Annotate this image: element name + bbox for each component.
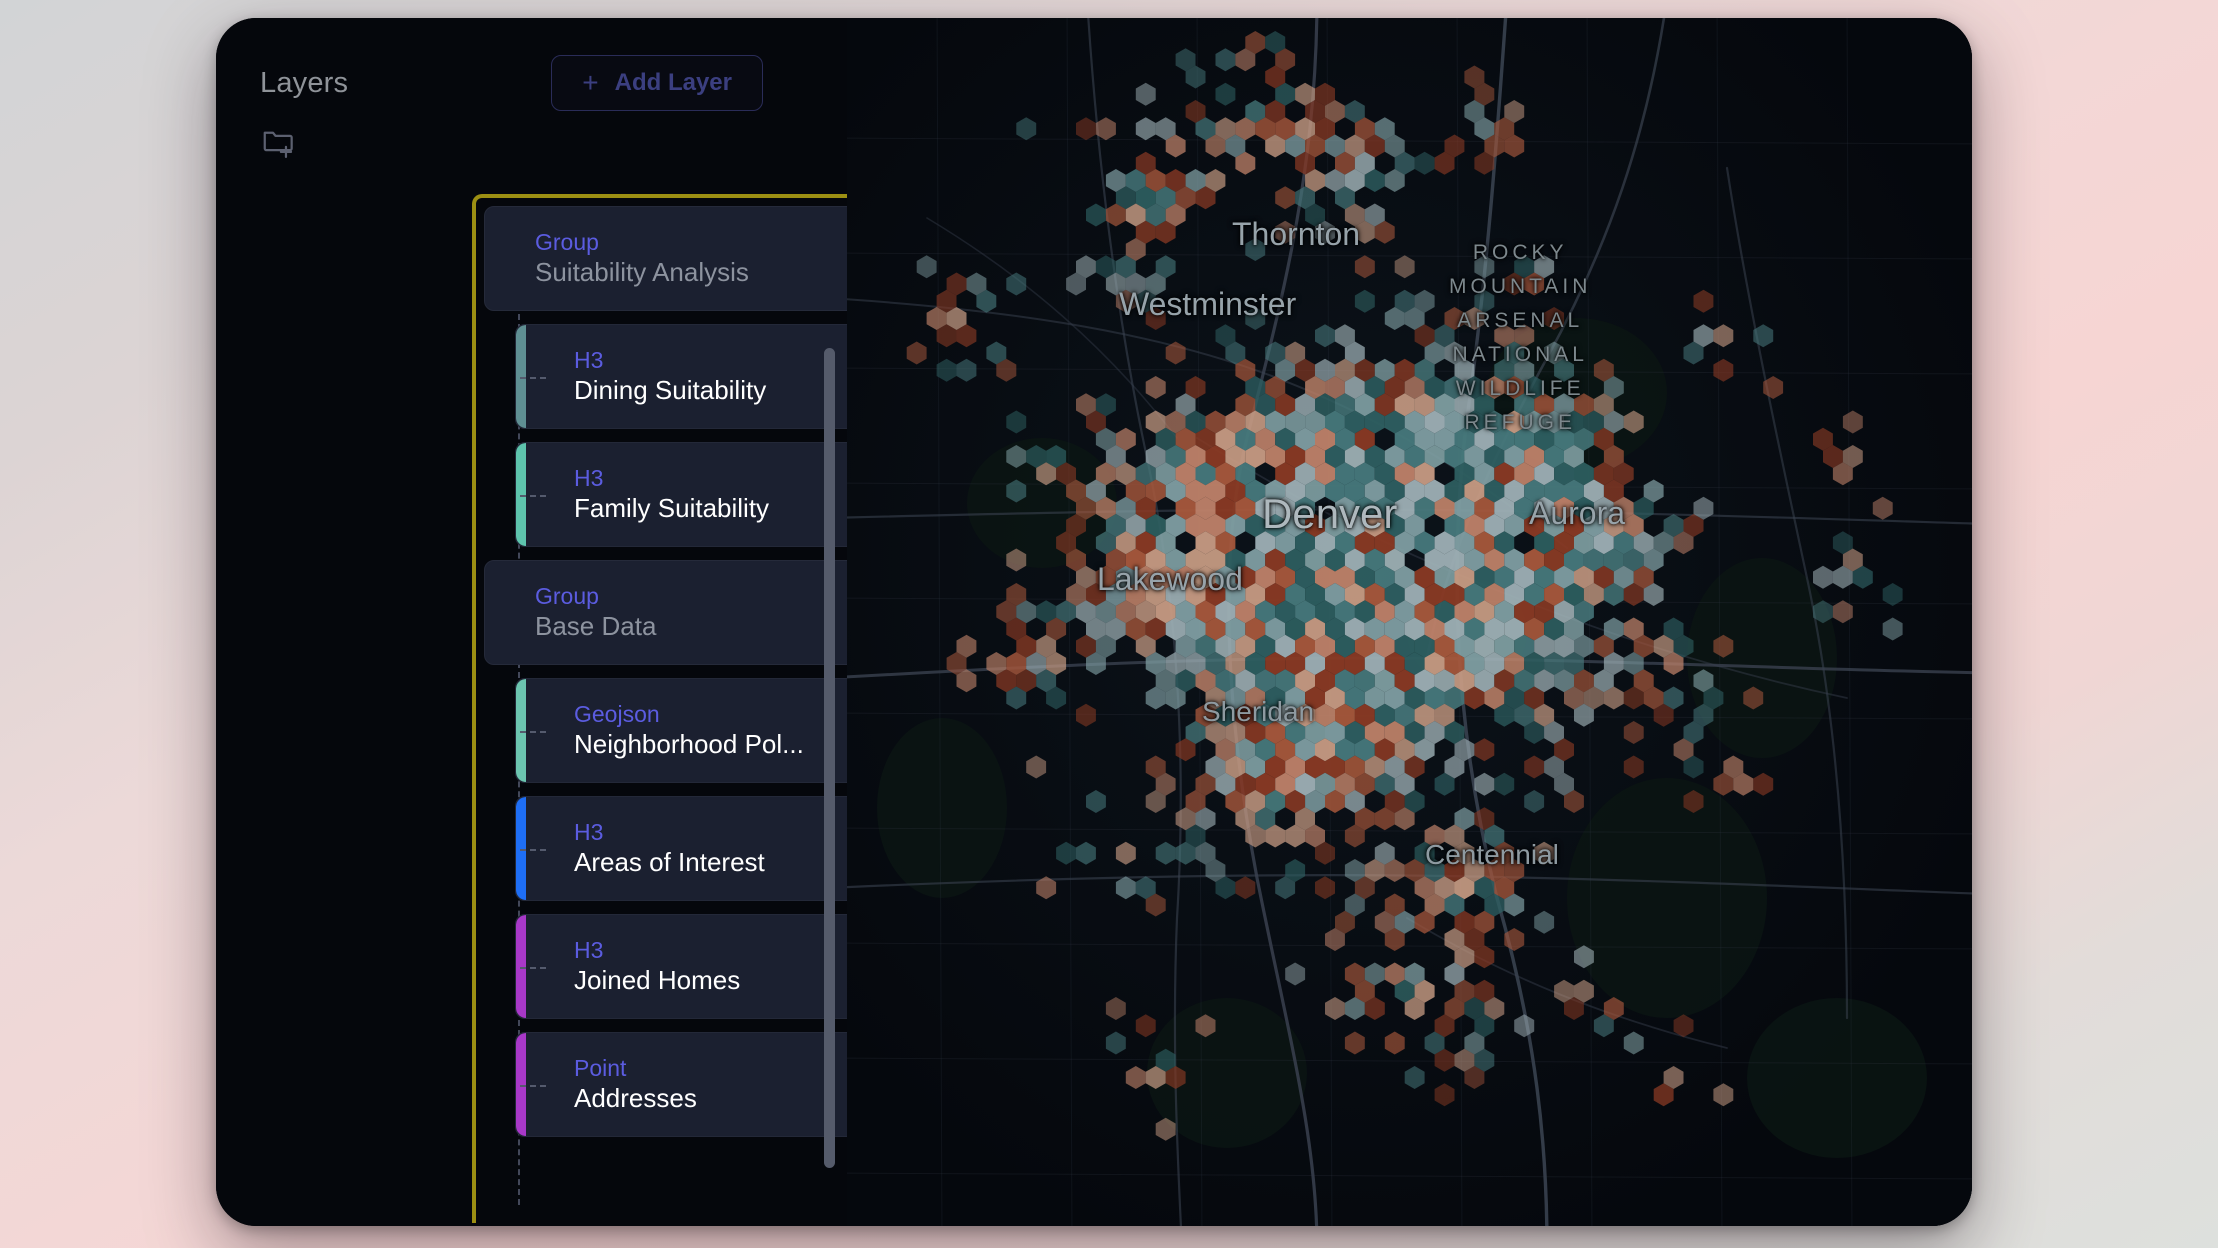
map-basemap [847, 18, 1972, 1226]
layer-name-label: Family Suitability [574, 494, 769, 524]
layer-type-label: H3 [574, 819, 765, 845]
layer-name-label: Neighborhood Pol... [574, 730, 804, 760]
tree-connector [520, 1085, 546, 1087]
layer-row-text: Geojson Neighborhood Pol... [574, 701, 804, 760]
tree-connector [520, 967, 546, 969]
sidebar-toolbar [216, 118, 847, 166]
layer-type-label: Geojson [574, 701, 804, 727]
layer-row-text: Group Suitability Analysis [535, 229, 749, 288]
layer-type-label: H3 [574, 347, 766, 373]
sidebar-scrollbar[interactable] [824, 348, 835, 1226]
add-layer-button[interactable]: + Add Layer [551, 55, 763, 111]
tree-connector [520, 849, 546, 851]
layer-type-label: Point [574, 1055, 697, 1081]
layer-name-label: Joined Homes [574, 966, 740, 996]
layer-row-text: H3 Joined Homes [574, 937, 740, 996]
layers-sidebar: Layers + Add Layer Group Suitability A [216, 18, 847, 1226]
add-layer-label: Add Layer [615, 69, 732, 97]
layer-type-label: H3 [574, 465, 769, 491]
layer-name-label: Dining Suitability [574, 376, 766, 406]
sidebar-header: Layers + Add Layer [216, 18, 847, 118]
layer-type-label: H3 [574, 937, 740, 963]
app-window: Layers + Add Layer Group Suitability A [216, 18, 1972, 1226]
page-title: Layers [260, 67, 348, 100]
layer-row-text: Group Base Data [535, 583, 656, 642]
layer-row-text: H3 Family Suitability [574, 465, 769, 524]
layer-name-label: Addresses [574, 1084, 697, 1114]
tree-connector [520, 731, 546, 733]
layer-row-text: Point Addresses [574, 1055, 697, 1114]
layer-name-label: Base Data [535, 612, 656, 642]
tree-connector [520, 377, 546, 379]
layer-row-text: H3 Dining Suitability [574, 347, 766, 406]
layer-name-label: Areas of Interest [574, 848, 765, 878]
layer-type-label: Group [535, 229, 749, 255]
map-canvas[interactable]: ThorntonWestminsterDenverAuroraLakewoodS… [847, 18, 1972, 1226]
tree-connector [520, 495, 546, 497]
scrollbar-thumb[interactable] [824, 348, 835, 1168]
plus-icon: + [582, 69, 598, 97]
new-folder-icon[interactable] [260, 124, 298, 162]
layer-name-label: Suitability Analysis [535, 258, 749, 288]
layer-type-label: Group [535, 583, 656, 609]
layer-row-text: H3 Areas of Interest [574, 819, 765, 878]
